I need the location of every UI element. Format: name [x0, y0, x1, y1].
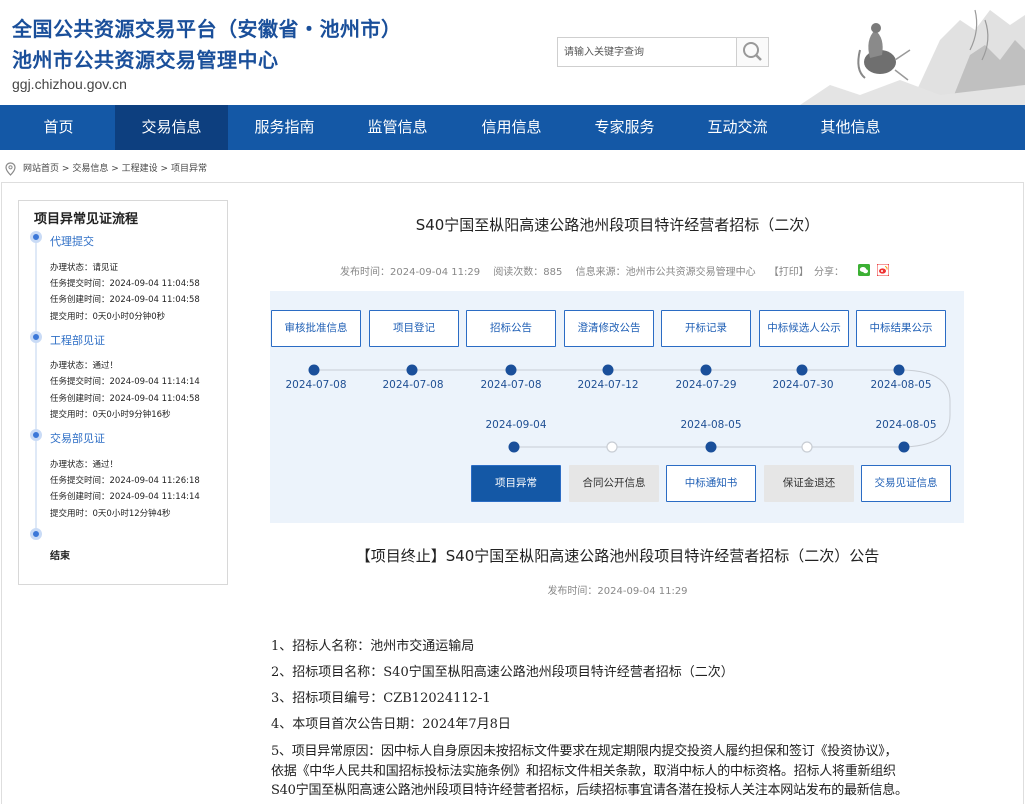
share-label: 分享：: [813, 267, 844, 278]
nav-item-other[interactable]: 其他信息: [794, 105, 907, 150]
search-input[interactable]: [558, 38, 738, 66]
search-button[interactable]: [736, 38, 768, 66]
breadcrumb-construction[interactable]: 工程建设: [122, 164, 158, 174]
flow-date: 2024-07-08: [382, 379, 444, 391]
step-detail: 任务创建时间：2024-09-04 11:14:14: [50, 492, 200, 502]
landscape-decoration: [800, 9, 1025, 105]
flow-date: 2024-07-08: [480, 379, 542, 391]
flow-date: 2024-08-05: [875, 419, 937, 431]
step-detail: 任务提交时间：2024-09-04 11:14:14: [50, 377, 200, 387]
flow-btn-award-result[interactable]: 中标结果公示: [856, 310, 946, 347]
flow-date: 2024-09-04: [485, 419, 547, 431]
step-detail: 办理状态：通过！: [50, 460, 119, 470]
step-detail: 提交用时：0天0小时12分钟4秒: [50, 509, 171, 519]
nav-item-interaction[interactable]: 互动交流: [681, 105, 794, 150]
step-detail: 办理状态：请见证: [50, 263, 119, 273]
article-title: S40宁国至枞阳高速公路池州段项目特许经营者招标（二次）: [415, 216, 820, 234]
flow-btn-bid-opening-record[interactable]: 开标记录: [661, 310, 751, 347]
flow-btn-project-registration[interactable]: 项目登记: [369, 310, 459, 347]
step-detail: 任务提交时间：2024-09-04 11:26:18: [50, 476, 200, 486]
breadcrumb-separator: >: [61, 164, 70, 174]
step-detail: 任务创建时间：2024-09-04 11:04:58: [50, 394, 200, 404]
step-detail: 提交用时：0天0小时0分钟0秒: [50, 312, 166, 322]
nav-item-expert[interactable]: 专家服务: [568, 105, 681, 150]
info-source: 信息来源：池州市公共资源交易管理中心: [575, 267, 756, 278]
step-name: 代理提交: [50, 235, 94, 248]
flow-btn-clarification-notice[interactable]: 澄清修改公告: [564, 310, 654, 347]
nav-item-service-guide[interactable]: 服务指南: [228, 105, 341, 150]
step-detail: 任务提交时间：2024-09-04 11:04:58: [50, 279, 200, 289]
breadcrumb-current: 项目异常: [170, 164, 207, 174]
breadcrumb-separator: >: [160, 164, 169, 174]
notice-paragraph: 5、项目异常原因：因中标人自身原因未按招标文件要求在规定期限内提交投资人履约担保…: [271, 744, 898, 759]
view-count: 阅读次数：885: [493, 267, 563, 278]
flow-btn-award-letter[interactable]: 中标通知书: [666, 465, 756, 502]
step-detail: 提交用时：0天0小时9分钟16秒: [50, 410, 171, 420]
nav-item-credit[interactable]: 信用信息: [455, 105, 568, 150]
breadcrumb-trade-info[interactable]: 交易信息: [72, 164, 108, 174]
weibo-share-icon[interactable]: [877, 264, 889, 276]
notice-paragraph: 2、招标项目名称：S40宁国至枞阳高速公路池州段项目特许经营者招标（二次）: [271, 665, 734, 680]
flow-btn-candidate-publicity[interactable]: 中标候选人公示: [759, 310, 849, 347]
witness-process-panel: 项目异常见证流程 代理提交 办理状态：请见证 任务提交时间：2024-09-04…: [18, 200, 228, 585]
flow-date: 2024-07-30: [772, 379, 834, 391]
step-end-label: 结束: [50, 551, 70, 562]
step-name: 交易部见证: [50, 432, 105, 445]
flow-date: 2024-07-12: [577, 379, 639, 391]
search-icon: [743, 42, 762, 61]
timeline-dot: [30, 528, 42, 540]
nav-item-supervision[interactable]: 监管信息: [341, 105, 454, 150]
site-title-line1: 全国公共资源交易平台（安徽省・池州市）: [12, 17, 402, 41]
breadcrumb-separator: >: [111, 164, 119, 174]
site-domain: ggj.chizhou.gov.cn: [12, 76, 127, 92]
nav-item-home[interactable]: 首页: [2, 105, 115, 150]
location-pin-icon: [5, 162, 16, 176]
timeline-dot: [30, 429, 42, 441]
breadcrumb-home[interactable]: 网站首页: [23, 164, 59, 174]
article-meta: 发布时间：2024-09-04 11:29 阅读次数：885 信息来源：池州市公…: [340, 263, 854, 278]
timeline-dot: [30, 231, 42, 243]
step-detail: 任务创建时间：2024-09-04 11:04:58: [50, 295, 200, 305]
notice-paragraph: 3、招标项目编号：CZB12024112-1: [271, 691, 491, 706]
timeline-dot: [30, 331, 42, 343]
notice-paragraph: 1、招标人名称：池州市交通运输局: [271, 639, 475, 654]
step-detail: 办理状态：通过！: [50, 361, 119, 371]
timeline-line: [35, 237, 37, 537]
site-header: 全国公共资源交易平台（安徽省・池州市） 池州市公共资源交易管理中心 ggj.ch…: [0, 0, 1025, 105]
main-nav: 首页 交易信息 服务指南 监管信息 信用信息 专家服务 互动交流 其他信息: [0, 105, 1025, 150]
flow-btn-approval-info[interactable]: 审核批准信息: [271, 310, 361, 347]
print-link[interactable]: 【打印】: [769, 267, 809, 278]
project-flow-diagram: 审核批准信息 项目登记 招标公告 澄清修改公告 开标记录 中标候选人公示 中标结…: [270, 291, 964, 523]
site-title-line2: 池州市公共资源交易管理中心: [12, 48, 279, 72]
nav-item-trade-info[interactable]: 交易信息: [115, 105, 228, 150]
notice-title: 【项目终止】S40宁国至枞阳高速公路池州段项目特许经营者招标（二次）公告: [355, 547, 880, 565]
flow-date: 2024-08-05: [870, 379, 932, 391]
flow-btn-project-abnormal[interactable]: 项目异常: [471, 465, 561, 502]
flow-btn-tender-notice[interactable]: 招标公告: [466, 310, 556, 347]
flow-btn-deposit-refund[interactable]: 保证金退还: [764, 465, 854, 502]
flow-date: 2024-08-05: [680, 419, 742, 431]
panel-title: 项目异常见证流程: [34, 212, 139, 227]
flow-date: 2024-07-08: [285, 379, 347, 391]
flow-btn-witness-info[interactable]: 交易见证信息: [861, 465, 951, 502]
wechat-share-icon[interactable]: [858, 264, 870, 276]
notice-paragraph: 4、本项目首次公告日期：2024年7月8日: [271, 717, 511, 732]
notice-paragraph: 依据《中华人民共和国招标投标法实施条例》和招标文件相关条款，取消中标人的中标资格…: [271, 764, 896, 779]
notice-paragraph: S40宁国至枞阳高速公路池州段项目特许经营者招标，后续招标事宜请各潜在投标人关注…: [271, 783, 908, 798]
step-name: 工程部见证: [50, 334, 105, 347]
flow-date: 2024-07-29: [675, 379, 737, 391]
search-box: [557, 37, 769, 67]
publish-time: 发布时间：2024-09-04 11:29: [340, 267, 481, 278]
breadcrumb: 网站首页 > 交易信息 > 工程建设 > 项目异常: [0, 158, 1025, 180]
notice-time: 发布时间：2024-09-04 11:29: [547, 586, 688, 597]
flow-btn-contract-info[interactable]: 合同公开信息: [569, 465, 659, 502]
